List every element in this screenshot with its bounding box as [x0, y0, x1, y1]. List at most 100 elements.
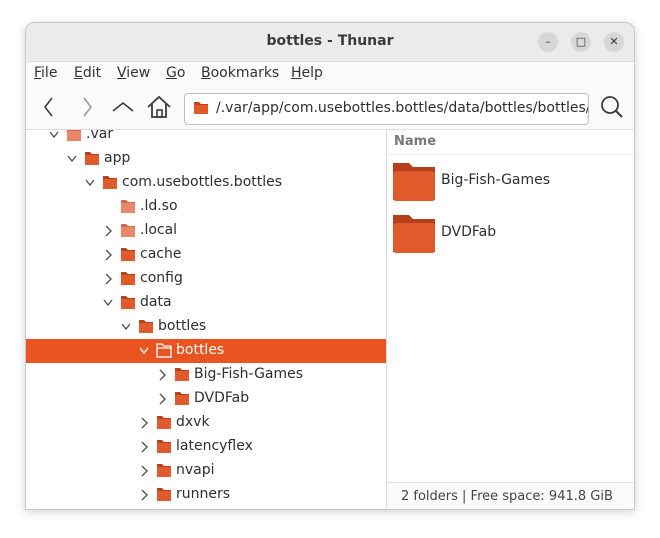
thunar-window: bottles - Thunar – □ ✕ File Edit View Go… — [25, 22, 635, 510]
collapse-arrow-icon[interactable] — [138, 344, 150, 358]
list-item[interactable]: DVDFab — [387, 209, 634, 257]
tree-item[interactable]: Big-Fish-Games — [26, 363, 386, 387]
maximize-button[interactable]: □ — [571, 32, 591, 52]
chevron-up-icon — [112, 101, 134, 112]
folder-icon — [393, 215, 435, 253]
folder-icon — [103, 176, 117, 189]
folder-icon — [157, 440, 171, 453]
tree-item-label: .ld.so — [140, 198, 178, 214]
folder-icon — [121, 296, 135, 309]
home-icon — [147, 95, 171, 118]
tree-item[interactable]: data — [26, 291, 386, 315]
tree-item-label: com.usebottles.bottles — [122, 174, 283, 190]
menu-bar: File Edit View Go Bookmarks Help — [26, 62, 634, 86]
expand-arrow-icon[interactable] — [138, 440, 150, 454]
search-icon — [601, 96, 623, 118]
folder-icon — [67, 130, 81, 141]
column-header-name[interactable]: Name — [387, 130, 634, 155]
item-label: DVDFab — [441, 224, 497, 240]
tree-item-label: dxvk — [176, 414, 210, 430]
expand-arrow-icon[interactable] — [138, 416, 150, 430]
title-bar[interactable]: bottles - Thunar – □ ✕ — [26, 23, 634, 62]
tree-item[interactable]: nvapi — [26, 459, 386, 483]
collapse-arrow-icon[interactable] — [102, 296, 114, 310]
menu-help[interactable]: Help — [291, 65, 323, 81]
expand-arrow-icon[interactable] — [102, 248, 114, 262]
folder-icon — [157, 416, 171, 429]
folder-icon — [175, 368, 189, 381]
column-name-label: Name — [394, 134, 437, 149]
tree-item-label: app — [104, 150, 131, 166]
list-item[interactable]: Big-Fish-Games — [387, 157, 634, 205]
expand-arrow-icon[interactable] — [156, 392, 168, 406]
item-label: Big-Fish-Games — [441, 172, 551, 188]
expand-arrow-icon[interactable] — [102, 224, 114, 238]
folder-icon — [175, 392, 189, 405]
tree-item[interactable]: .local — [26, 219, 386, 243]
tree-item-label: Big-Fish-Games — [194, 366, 304, 382]
folder-icon — [85, 152, 99, 165]
collapse-arrow-icon[interactable] — [48, 130, 60, 142]
tree-item[interactable]: .var — [26, 130, 386, 147]
tree-item-label: config — [140, 270, 183, 286]
collapse-arrow-icon[interactable] — [120, 320, 132, 334]
tree-item[interactable]: bottles — [26, 315, 386, 339]
tree-item-label: bottles — [158, 318, 207, 334]
tree-item[interactable]: config — [26, 267, 386, 291]
tree-item[interactable]: app — [26, 147, 386, 171]
forward-button[interactable] — [72, 92, 102, 122]
tree-item-label: nvapi — [176, 462, 215, 478]
tree-item[interactable]: .ld.so — [26, 195, 386, 219]
folder-icon — [121, 200, 135, 213]
file-list: Name Big-Fish-Games DVDFab — [387, 130, 634, 482]
folder-icon — [157, 464, 171, 477]
expand-arrow-icon[interactable] — [138, 464, 150, 478]
expand-arrow-icon[interactable] — [156, 368, 168, 382]
tree-item-label: cache — [140, 246, 182, 262]
menu-view[interactable]: View — [117, 65, 150, 81]
tree-item-label: data — [140, 294, 172, 310]
location-bar[interactable]: /.var/app/com.usebottles.bottles/data/bo… — [184, 93, 589, 125]
folder-icon — [121, 224, 135, 237]
tree-item[interactable]: cache — [26, 243, 386, 267]
tree-item-label: .var — [86, 130, 114, 142]
folder-open-icon — [156, 343, 172, 358]
folder-icon — [139, 320, 153, 333]
status-text: 2 folders | Free space: 941.8 GiB — [401, 489, 613, 504]
tree-item-label: latencyflex — [176, 438, 253, 454]
home-button[interactable] — [144, 92, 174, 122]
folder-icon — [157, 488, 171, 501]
tree-item[interactable]: DVDFab — [26, 387, 386, 411]
tree-item-label: DVDFab — [194, 390, 250, 406]
search-button[interactable] — [597, 92, 627, 122]
up-button[interactable] — [108, 92, 138, 122]
back-button[interactable] — [34, 92, 64, 122]
folder-icon — [194, 102, 208, 114]
tree-item[interactable]: runners — [26, 483, 386, 507]
tree-item-label: .local — [140, 222, 178, 238]
folder-tree: .var app com.usebottles.bottles .ld.so .loca… — [26, 130, 386, 509]
tree-item-selected[interactable]: bottles — [26, 339, 386, 363]
expand-arrow-icon[interactable] — [102, 272, 114, 286]
tree-item-label: bottles — [176, 342, 225, 358]
tree-item-label: runners — [176, 486, 231, 502]
tree-item[interactable]: com.usebottles.bottles — [26, 171, 386, 195]
folder-icon — [121, 272, 135, 285]
status-bar: 2 folders | Free space: 941.8 GiB — [387, 482, 634, 509]
folder-icon — [121, 248, 135, 261]
folder-icon — [393, 163, 435, 201]
close-button[interactable]: ✕ — [604, 32, 624, 52]
chevron-left-icon — [43, 97, 53, 117]
menu-file[interactable]: File — [34, 65, 57, 81]
collapse-arrow-icon[interactable] — [66, 152, 78, 166]
collapse-arrow-icon[interactable] — [84, 176, 96, 190]
menu-go[interactable]: Go — [166, 65, 185, 81]
tree-item[interactable]: latencyflex — [26, 435, 386, 459]
menu-bookmarks[interactable]: Bookmarks — [201, 65, 279, 81]
menu-edit[interactable]: Edit — [74, 65, 101, 81]
tree-item[interactable]: dxvk — [26, 411, 386, 435]
minimize-button[interactable]: – — [538, 32, 558, 52]
chevron-right-icon — [83, 97, 93, 117]
location-path: /.var/app/com.usebottles.bottles/data/bo… — [216, 100, 589, 116]
expand-arrow-icon[interactable] — [138, 488, 150, 502]
